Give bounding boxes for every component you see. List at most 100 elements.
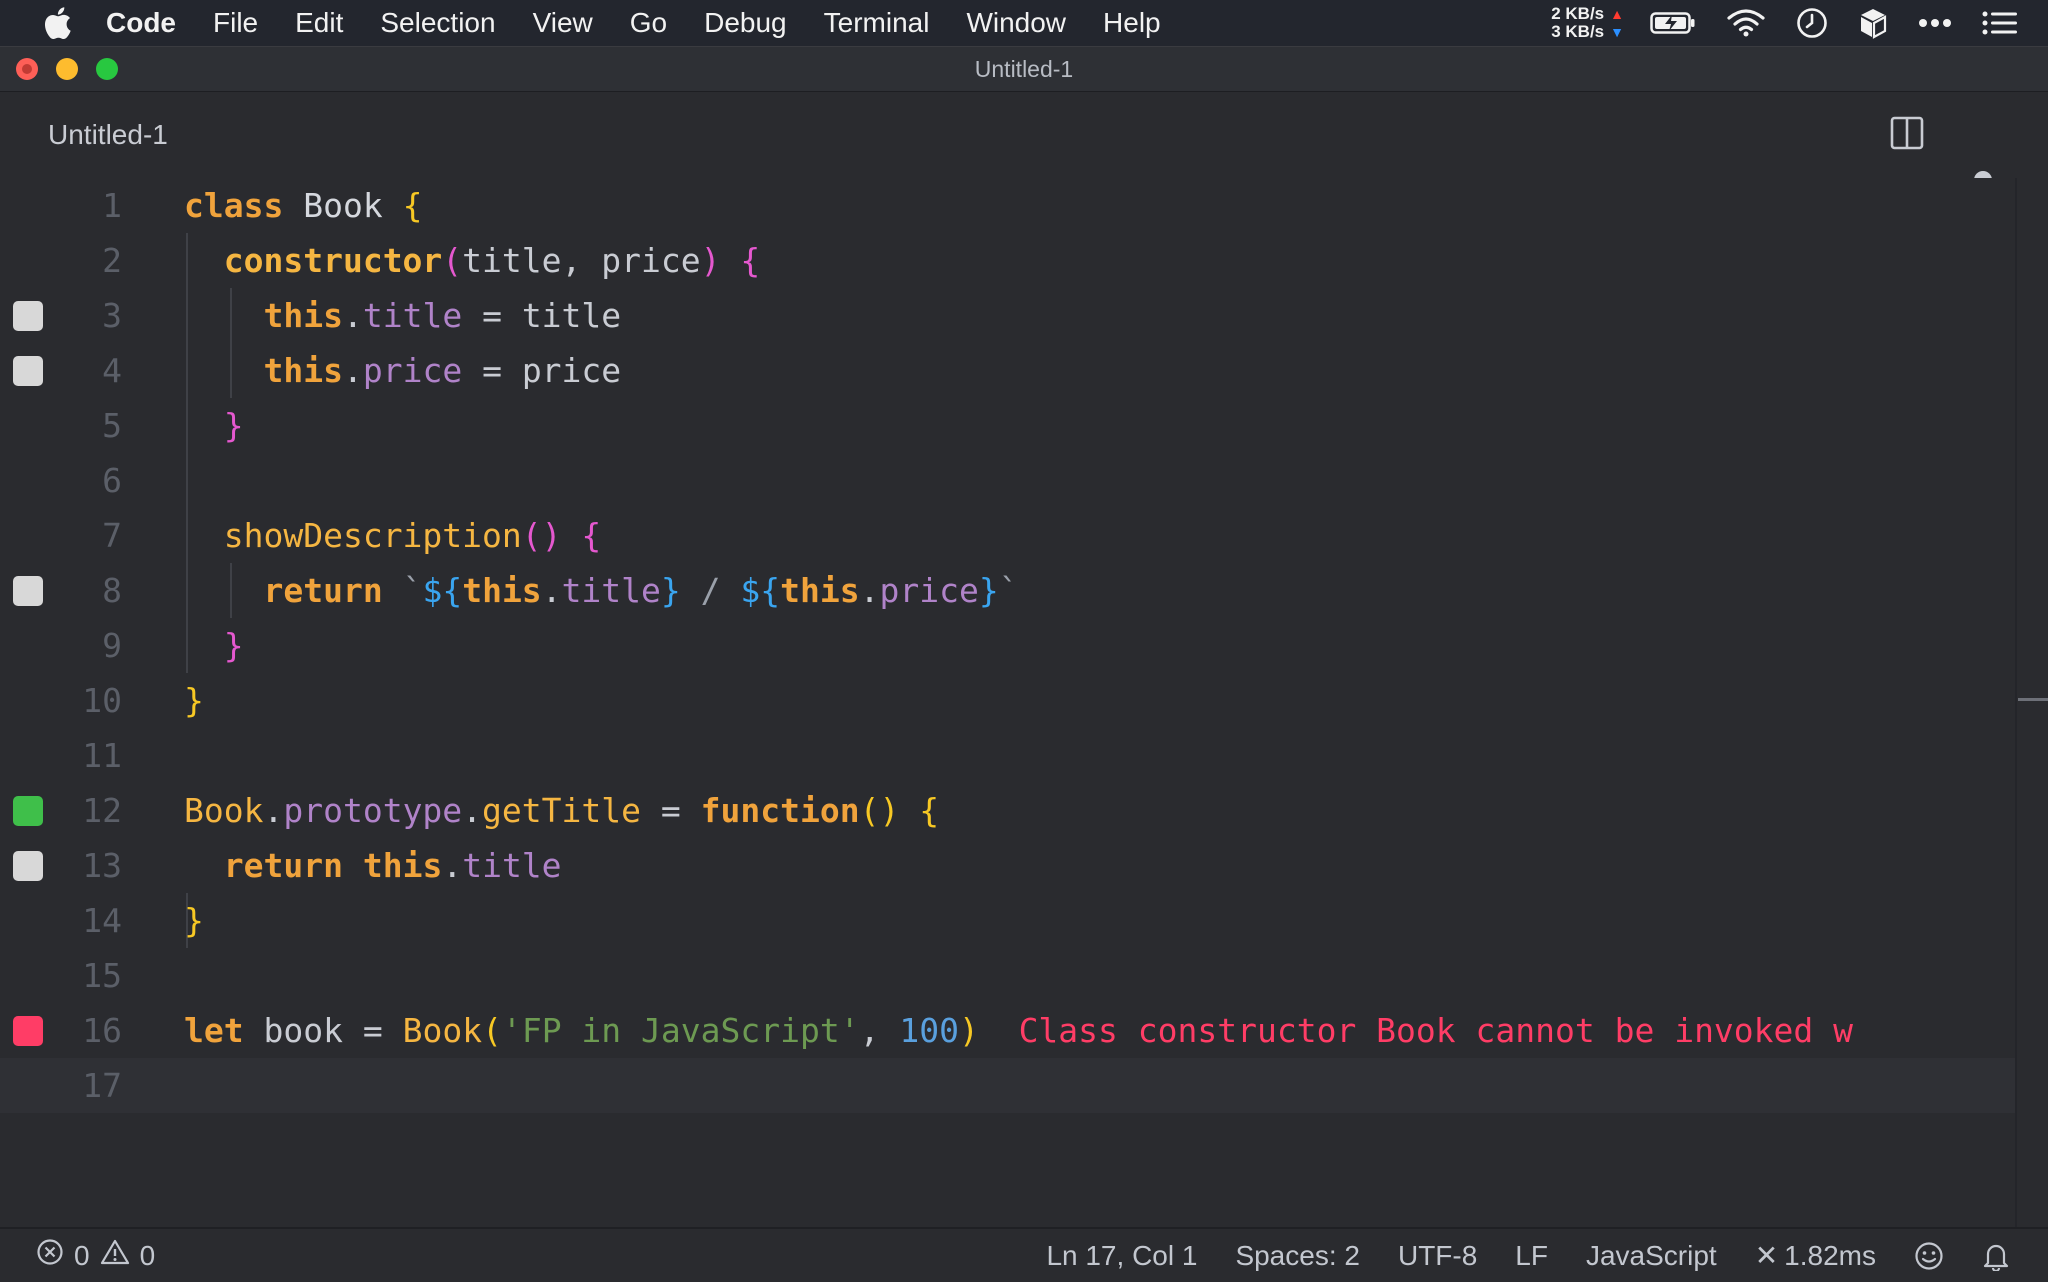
split-editor-icon[interactable] — [1890, 116, 1924, 155]
code-line-9[interactable]: 9 } — [0, 618, 2015, 673]
code-text: showDescription() { — [223, 516, 602, 555]
line-number: 8 — [102, 571, 122, 610]
code-line-10[interactable]: 10 } — [0, 673, 2015, 728]
code-text: let book = Book('FP in JavaScript', 100)… — [184, 1011, 1854, 1050]
wifi-icon[interactable] — [1726, 8, 1766, 38]
gutter-marker[interactable] — [13, 300, 43, 331]
error-gutter-marker[interactable] — [13, 1015, 43, 1046]
code-editor[interactable]: 1 class Book { 2 constructor(title, pric… — [0, 178, 2048, 1228]
tab-untitled-1[interactable]: Untitled-1 — [48, 92, 168, 178]
code-text: } — [223, 406, 244, 445]
scrollbar-track[interactable] — [2015, 178, 2017, 1228]
window-title: Untitled-1 — [974, 56, 1074, 82]
end-of-line[interactable]: LF — [1515, 1240, 1548, 1272]
code-line-13[interactable]: 13 return this.title — [0, 838, 2015, 893]
code-text: this.price = price — [263, 351, 622, 390]
menu-view[interactable]: View — [533, 7, 593, 39]
code-line-11[interactable]: 11 — [0, 728, 2015, 783]
status-bar: 0 0 Ln 17, Col 1 Spaces: 2 UTF-8 LF Java… — [0, 1227, 2048, 1282]
code-text: constructor(title, price) { — [223, 241, 761, 280]
code-text: } — [223, 626, 244, 665]
line-number: 14 — [82, 901, 122, 940]
menu-app-code[interactable]: Code — [106, 7, 176, 39]
editor-window: Untitled-1 Untitled-1 1 class Book { 2 c… — [0, 46, 2048, 1281]
cursor-position[interactable]: Ln 17, Col 1 — [1046, 1240, 1197, 1272]
code-text: return this.title — [223, 846, 562, 885]
line-number: 6 — [102, 461, 122, 500]
line-number: 15 — [82, 956, 122, 995]
apple-logo-icon[interactable] — [42, 6, 72, 40]
menu-bar: Code File Edit Selection View Go Debug T… — [0, 0, 2048, 46]
code-line-16[interactable]: 16 let book = Book('FP in JavaScript', 1… — [0, 1003, 2015, 1058]
code-line-17[interactable]: 17 — [0, 1058, 2015, 1113]
menu-file[interactable]: File — [213, 7, 258, 39]
timing-value: 1.82ms — [1784, 1239, 1876, 1271]
status-tray: 2 KB/s 3 KB/s ▲ ▼ — [1551, 0, 2048, 46]
line-number: 9 — [102, 626, 122, 665]
code-line-1[interactable]: 1 class Book { — [0, 178, 2015, 233]
network-speed[interactable]: 2 KB/s 3 KB/s — [1551, 5, 1604, 41]
problems-indicator[interactable]: 0 0 — [36, 1238, 165, 1273]
gutter-marker[interactable] — [13, 575, 43, 606]
tab-bar: Untitled-1 — [0, 92, 2048, 178]
network-arrows: ▲ ▼ — [1610, 5, 1624, 41]
code-text: } — [184, 681, 204, 720]
code-text: return `${this.title} / ${this.price}` — [263, 571, 1019, 610]
line-number: 5 — [102, 406, 122, 445]
upload-speed: 2 KB/s — [1551, 4, 1605, 23]
code-line-14[interactable]: 14 } — [0, 893, 2015, 948]
code-line-5[interactable]: 5 } — [0, 398, 2015, 453]
menu-go[interactable]: Go — [630, 7, 667, 39]
error-circle-icon — [36, 1238, 64, 1273]
line-number: 12 — [82, 791, 122, 830]
indentation-setting[interactable]: Spaces: 2 — [1235, 1240, 1360, 1272]
warning-count: 0 — [139, 1239, 156, 1271]
close-x-icon: ✕ — [1754, 1240, 1779, 1271]
line-number: 7 — [102, 516, 122, 555]
code-line-12[interactable]: 12 Book.prototype.getTitle = function() … — [0, 783, 2015, 838]
code-line-3[interactable]: 3 this.title = title — [0, 288, 2015, 343]
line-number: 10 — [82, 681, 122, 720]
dropbox-icon[interactable] — [1858, 7, 1888, 39]
file-encoding[interactable]: UTF-8 — [1398, 1240, 1477, 1272]
menu-selection[interactable]: Selection — [380, 7, 495, 39]
notification-center-icon[interactable] — [1982, 10, 2018, 36]
code-line-4[interactable]: 4 this.price = price — [0, 343, 2015, 398]
notifications-bell-icon[interactable] — [1982, 1241, 2010, 1271]
download-arrow-icon: ▼ — [1610, 24, 1624, 40]
line-number: 4 — [102, 351, 122, 390]
title-bar[interactable]: Untitled-1 — [0, 47, 2048, 92]
warning-triangle-icon — [100, 1238, 130, 1273]
language-mode[interactable]: JavaScript — [1586, 1240, 1717, 1272]
more-icon[interactable] — [1918, 18, 1952, 28]
gutter-marker[interactable] — [13, 850, 43, 881]
menu-terminal[interactable]: Terminal — [824, 7, 930, 39]
menu-window[interactable]: Window — [966, 7, 1066, 39]
code-line-8[interactable]: 8 return `${this.title} / ${this.price}` — [0, 563, 2015, 618]
gutter-marker[interactable] — [13, 355, 43, 386]
line-number: 3 — [102, 296, 122, 335]
gutter-marker[interactable] — [13, 795, 43, 826]
inline-error-message: Class constructor Book cannot be invoked… — [1018, 1011, 1854, 1050]
clock-icon[interactable] — [1796, 7, 1828, 39]
upload-arrow-icon: ▲ — [1610, 6, 1624, 22]
battery-icon[interactable] — [1650, 10, 1696, 36]
menu-edit[interactable]: Edit — [295, 7, 343, 39]
quokka-timing[interactable]: ✕ 1.82ms — [1755, 1239, 1876, 1272]
line-number: 1 — [102, 186, 122, 225]
code-text: Book.prototype.getTitle = function() { — [184, 791, 940, 830]
feedback-smiley-icon[interactable] — [1914, 1241, 1944, 1271]
error-count: 0 — [74, 1239, 90, 1271]
scrollbar-position-marker — [2018, 698, 2048, 701]
menu-help[interactable]: Help — [1103, 7, 1161, 39]
code-line-15[interactable]: 15 — [0, 948, 2015, 1003]
line-number: 11 — [82, 736, 122, 775]
line-number: 2 — [102, 241, 122, 280]
menu-debug[interactable]: Debug — [704, 7, 787, 39]
code-text: class Book { — [184, 186, 423, 225]
code-line-7[interactable]: 7 showDescription() { — [0, 508, 2015, 563]
code-line-2[interactable]: 2 constructor(title, price) { — [0, 233, 2015, 288]
status-bar-right: Ln 17, Col 1 Spaces: 2 UTF-8 LF JavaScri… — [1046, 1229, 2048, 1282]
download-speed: 3 KB/s — [1551, 22, 1605, 41]
code-line-6[interactable]: 6 — [0, 453, 2015, 508]
